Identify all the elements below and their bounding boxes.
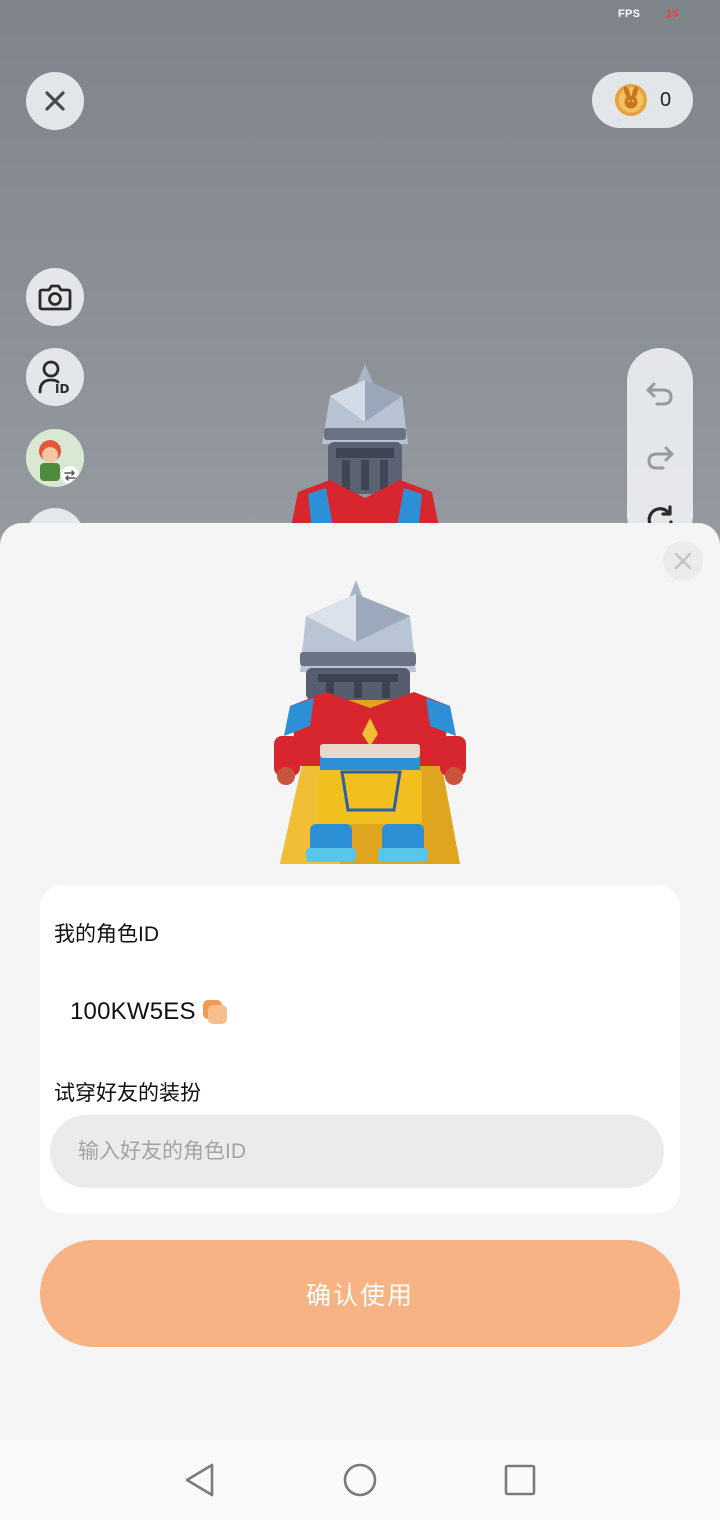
copy-icon[interactable]	[202, 999, 228, 1025]
fps-value: 15	[666, 8, 679, 20]
confirm-button[interactable]: 确认使用	[40, 1240, 680, 1347]
undo-icon[interactable]	[644, 378, 676, 410]
close-icon	[45, 91, 65, 111]
avatar-preview	[274, 580, 466, 864]
home-icon[interactable]	[342, 1462, 378, 1498]
camera-button[interactable]	[26, 268, 84, 326]
fps-label: FPS	[618, 8, 641, 20]
close-scene-button[interactable]	[26, 72, 84, 130]
close-icon	[674, 552, 692, 570]
my-id-value: 100KW5ES	[70, 998, 196, 1025]
bunny-coin-icon	[615, 84, 647, 116]
sheet-close-button[interactable]	[663, 541, 703, 581]
recent-apps-icon[interactable]	[502, 1462, 538, 1498]
coin-count: 0	[660, 88, 672, 111]
coin-balance[interactable]: 0	[592, 72, 693, 128]
friend-id-input[interactable]	[50, 1115, 664, 1188]
my-id-row: 100KW5ES	[70, 998, 228, 1026]
my-id-label: 我的角色ID	[54, 923, 159, 946]
role-id-button[interactable]: ID	[26, 348, 84, 406]
avatar-switch-icon	[26, 429, 84, 487]
try-on-label: 试穿好友的装扮	[54, 1082, 201, 1105]
role-id-icon: ID	[38, 360, 69, 395]
background-avatar-figure	[290, 364, 440, 532]
redo-icon[interactable]	[644, 442, 676, 474]
system-nav-bar	[0, 1440, 720, 1520]
svg-text:ID: ID	[55, 382, 69, 395]
camera-icon	[38, 284, 72, 311]
back-icon[interactable]	[182, 1462, 218, 1498]
avatar-switch-button[interactable]	[26, 429, 84, 487]
history-panel	[627, 348, 693, 548]
